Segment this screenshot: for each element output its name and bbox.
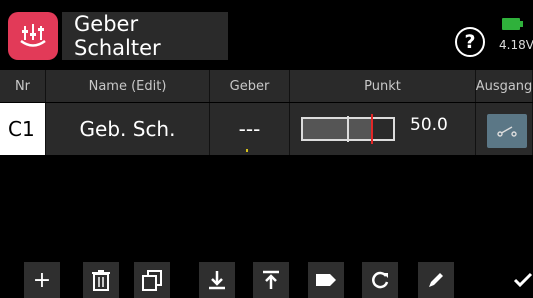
row-nr-cell[interactable]: C1 <box>0 103 46 155</box>
battery-voltage: 4.18V <box>499 38 533 52</box>
trash-icon <box>92 270 110 291</box>
page-title: Geber Schalter <box>62 12 228 60</box>
check-icon <box>513 272 533 288</box>
table-row: C1 Geb. Sch. --- <box>0 103 533 155</box>
upload-button[interactable] <box>253 262 289 298</box>
copy-button[interactable] <box>134 262 170 298</box>
tag-button[interactable] <box>308 262 344 298</box>
bottom-toolbar: + <box>0 262 533 298</box>
switch-output-button[interactable] <box>487 114 527 148</box>
punkt-slider-center-line <box>347 116 349 142</box>
geber-indicator <box>246 149 248 152</box>
row-geber-cell[interactable]: --- <box>210 103 290 155</box>
column-header-ausgang: Ausgang <box>476 70 533 102</box>
column-header-name: Name (Edit) <box>46 70 210 102</box>
row-name-cell[interactable]: Geb. Sch. <box>46 103 210 155</box>
delete-button[interactable] <box>83 262 119 298</box>
switch-icon <box>497 126 517 137</box>
column-header-nr: Nr <box>0 70 46 102</box>
punkt-slider-marker[interactable] <box>371 114 373 144</box>
download-icon <box>209 271 225 290</box>
confirm-button[interactable] <box>505 262 533 298</box>
edit-button[interactable] <box>418 262 454 298</box>
add-button[interactable]: + <box>24 262 60 298</box>
tag-icon <box>316 274 336 286</box>
reload-button[interactable] <box>362 262 398 298</box>
punkt-value: 50.0 <box>410 115 448 135</box>
download-button[interactable] <box>199 262 235 298</box>
plus-icon: + <box>32 267 52 293</box>
column-header-geber: Geber <box>210 70 290 102</box>
column-header-punkt: Punkt <box>290 70 476 102</box>
help-icon[interactable]: ? <box>455 27 485 57</box>
copy-icon <box>142 270 162 291</box>
upload-icon <box>263 270 279 289</box>
geber-schalter-app-icon[interactable] <box>8 12 58 60</box>
punkt-slider[interactable] <box>301 114 395 144</box>
reload-icon <box>372 271 389 289</box>
edit-icon <box>429 273 443 287</box>
punkt-slider-fill <box>303 119 371 139</box>
battery-icon <box>502 18 523 30</box>
mixer-sliders-icon <box>20 24 46 47</box>
table-header: Nr Name (Edit) Geber Punkt Ausgang <box>0 70 533 102</box>
